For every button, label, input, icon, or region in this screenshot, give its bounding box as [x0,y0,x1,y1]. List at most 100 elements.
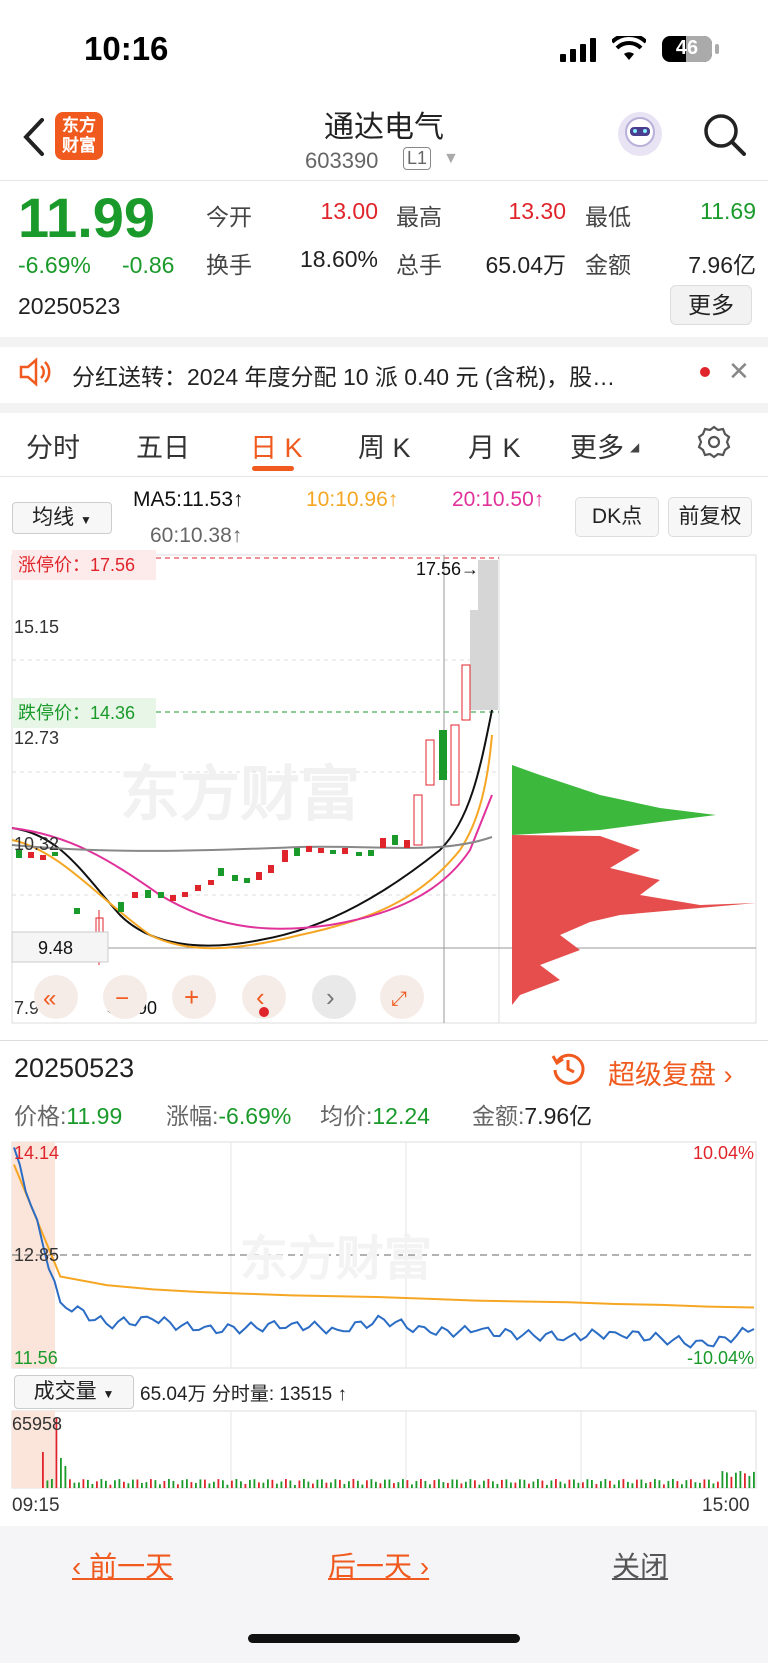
volume-bar [550,1480,553,1488]
volume-bar [159,1484,161,1488]
watermark: 东方财富 [120,761,360,828]
volume-bar [289,1480,292,1488]
announcement-text[interactable]: 分红送转：2024 年度分配 10 派 0.40 元 (含税)，股… [72,358,615,392]
kline-chart[interactable]: 东方财富 涨停价：17.56 15.15 跌停价：14.36 12.73 10.… [0,550,768,1040]
volume-bar [96,1481,98,1488]
volume-bar [514,1482,517,1488]
volume-bar [60,1458,62,1488]
more-button[interactable]: 更多 [670,285,752,325]
ma10-value: 10:10.96↑ [306,488,399,511]
prev-day-link[interactable]: ‹ 前一天 [72,1545,173,1585]
ma-select[interactable]: 均线 ▼ [12,502,112,534]
volume-bar [204,1479,206,1488]
volume-bar [388,1479,391,1488]
volume-bar [343,1484,346,1488]
gear-icon[interactable] [696,424,732,460]
volume-bar [190,1482,193,1488]
intraday-chart[interactable]: 东方财富 14.14 12.85 11.56 10.04% -10.04% [0,1135,768,1370]
volume-bar [748,1475,751,1488]
tick-label: 12.73 [14,728,59,748]
volume-bar [726,1472,728,1488]
tab-weekly-k[interactable]: 周 K [358,426,411,465]
volume-bar [739,1471,742,1488]
volume-bar [100,1479,103,1488]
volume-bar [438,1479,440,1488]
volume-bar [753,1471,755,1488]
volume-bar [555,1479,557,1488]
volume-bar [658,1480,661,1488]
tab-five-day[interactable]: 五日 [136,426,190,465]
caret-down-icon[interactable]: ▼ [443,150,459,168]
volume-bar [424,1481,427,1488]
zoom-in-icon: + [184,982,199,1012]
tab-more[interactable]: 更多 [570,426,624,465]
tab-monthly-k[interactable]: 月 K [468,426,521,465]
stat-value: 7.96亿 [688,252,756,278]
history-icon[interactable] [550,1050,586,1086]
volume-bar [483,1480,485,1488]
home-indicator [248,1634,520,1643]
volume-bar [663,1484,665,1488]
wifi-icon [612,36,646,60]
volume-bar [321,1479,323,1488]
volume-bar [168,1479,170,1488]
volume-bar [325,1482,328,1488]
volume-bar [406,1480,409,1488]
volume-select[interactable]: 成交量 ▼ [14,1375,134,1409]
stat-label: 最高 [396,204,442,230]
volume-bar [141,1483,143,1488]
chart-controls[interactable]: « − + ‹ › ⤢ [34,975,424,1019]
volume-bar [276,1483,278,1488]
volume-bar [73,1482,76,1488]
volume-bar [447,1483,449,1488]
volume-bar [294,1485,296,1488]
status-time: 10:16 [84,30,169,67]
tick-label: 10.32 [14,834,59,854]
volume-bar [370,1479,373,1488]
super-replay-link[interactable]: 超级复盘 › [608,1053,733,1092]
volume-bar [87,1479,89,1488]
panel-date: 20250523 [14,1053,135,1083]
tab-intraday[interactable]: 分时 [26,426,80,465]
ma5-value: MA5:11.53↑ [133,488,244,511]
volume-bar [487,1479,490,1488]
volume-bar [613,1484,616,1488]
close-icon[interactable]: ✕ [728,356,750,387]
volume-bar [262,1482,265,1488]
volume-bar [285,1479,287,1488]
volume-bar [465,1481,467,1488]
next-day-link[interactable]: 后一天 › [328,1545,429,1585]
tab-underline [252,466,294,471]
volume-bar [577,1482,580,1488]
volume-bar [199,1479,202,1488]
volume-bar [433,1480,436,1488]
change-amount: -0.86 [122,252,175,278]
signal-icon [560,38,596,62]
dk-point-button[interactable]: DK点 [575,497,659,537]
level-badge: L1 [403,147,432,170]
close-link[interactable]: 关闭 [612,1545,668,1585]
volume-bar [258,1482,260,1488]
tab-daily-k[interactable]: 日 K [250,426,303,465]
volume-bar [721,1471,724,1488]
volume-bar [114,1480,116,1488]
volume-bar [460,1483,463,1488]
forward-adjust-button[interactable]: 前复权 [668,497,752,537]
volume-bar [123,1481,125,1488]
volume-bar [312,1483,314,1488]
ma20-value: 20:10.50↑ [452,488,545,511]
volume-bar [231,1480,233,1488]
stat-value: 18.60% [299,246,378,272]
panel-price: 价格:11.99 [14,1103,123,1129]
step-forward-icon: › [326,982,335,1012]
search-icon[interactable] [700,110,748,158]
stock-code[interactable]: 603390 [305,148,378,174]
volume-bar [195,1483,197,1488]
volume-bar [361,1484,364,1488]
price-max: 14.14 [14,1143,59,1163]
volume-bar [109,1484,112,1488]
volume-bar [478,1484,481,1488]
volume-bar [600,1481,602,1488]
robot-assistant-icon[interactable] [618,112,662,156]
volume-bar [627,1481,629,1488]
